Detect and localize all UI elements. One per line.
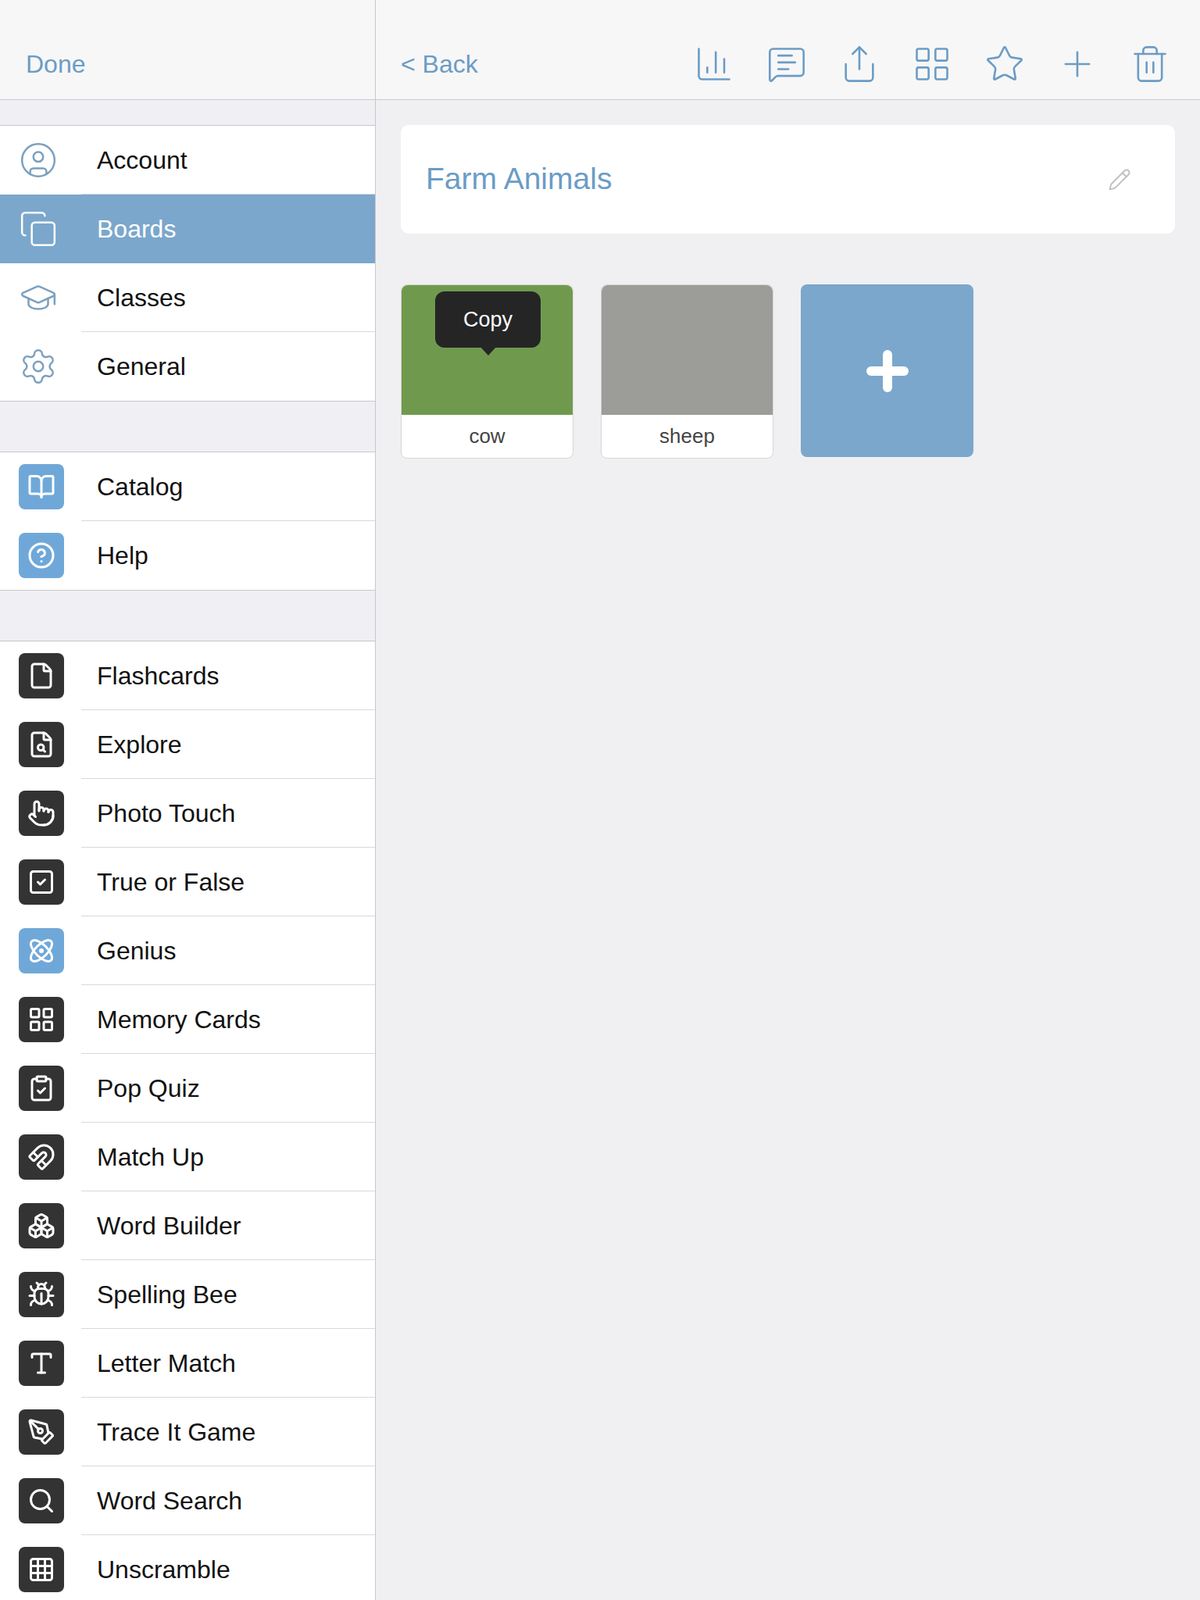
main: < Back Farm Animals cow Copy sheep: [375, 0, 1200, 1600]
sidebar-label: Explore: [81, 725, 183, 764]
layout-icon[interactable]: [911, 43, 953, 85]
star-icon[interactable]: [984, 43, 1025, 85]
sidebar-label: Genius: [81, 932, 176, 970]
sidebar-label: Help: [81, 536, 149, 575]
sidebar-item[interactable]: Explore: [0, 710, 375, 779]
app-icon: [18, 1134, 65, 1180]
trash-icon[interactable]: [1129, 43, 1171, 85]
app-icon: [18, 1546, 65, 1593]
sidebar-item[interactable]: Word Builder: [0, 1191, 375, 1261]
sidebar-item[interactable]: Help: [0, 521, 375, 590]
sidebar-item[interactable]: Catalog: [0, 452, 375, 522]
sidebar-label: Flashcards: [81, 657, 220, 695]
stats-icon[interactable]: [693, 43, 735, 85]
app-icon: [18, 1203, 65, 1249]
sidebar-item[interactable]: Classes: [0, 263, 375, 333]
app-icon: [18, 1065, 65, 1111]
sidebar-label: Trace It Game: [81, 1413, 256, 1451]
sidebar-item[interactable]: Word Search: [0, 1466, 375, 1536]
sidebar-label: Spelling Bee: [81, 1275, 238, 1314]
done-button[interactable]: Done: [25, 50, 86, 79]
plus-icon: [859, 342, 916, 400]
board-title[interactable]: Farm Animals: [425, 156, 1108, 203]
sidebar-item[interactable]: Account: [0, 125, 375, 195]
edit-icon[interactable]: [1107, 167, 1132, 192]
sidebar-label: General: [81, 347, 186, 386]
back-button[interactable]: < Back: [400, 48, 479, 80]
sidebar-group: Account Boards Classes General: [0, 125, 375, 402]
sidebar-label: Word Builder: [81, 1207, 241, 1245]
app-icon: [18, 1340, 65, 1386]
app-icon: [18, 653, 65, 699]
sidebar-item[interactable]: Flashcards: [0, 641, 375, 711]
app-icon: [18, 1271, 65, 1318]
sidebar-item[interactable]: Memory Cards: [0, 985, 375, 1054]
card-grid: cow Copy sheep: [400, 284, 1175, 459]
sidebar-group: Flashcards Explore Photo Touch True or Fals…: [0, 640, 375, 1600]
sidebar-label: Word Search: [81, 1482, 243, 1520]
card-label: sheep: [601, 414, 773, 458]
sidebar-item[interactable]: Letter Match: [0, 1328, 375, 1398]
app-icon: [18, 1478, 65, 1524]
sidebar-label: Boards: [81, 210, 176, 248]
sidebar-label: Memory Cards: [81, 1000, 261, 1039]
sidebar-item[interactable]: General: [0, 332, 375, 401]
sidebar-group: Catalog Help: [0, 451, 375, 591]
card-label: cow: [401, 414, 573, 458]
sidebar: Done Account Boards Classes General Catalog He…: [0, 0, 376, 1600]
copy-tooltip[interactable]: Copy: [435, 291, 541, 348]
sidebar-label: Pop Quiz: [81, 1069, 200, 1108]
quiz-icon[interactable]: [766, 43, 808, 85]
toolbar: < Back: [375, 0, 1200, 100]
sidebar-item[interactable]: Genius: [0, 916, 375, 986]
sidebar-label: Account: [81, 141, 188, 179]
sidebar-item[interactable]: Unscramble: [0, 1535, 375, 1600]
share-icon[interactable]: [839, 43, 880, 85]
board-content: Farm Animals cow Copy sheep: [375, 100, 1200, 459]
sidebar-item[interactable]: Match Up: [0, 1122, 375, 1192]
add-card-button[interactable]: [800, 284, 974, 458]
sidebar-label: True or False: [81, 863, 245, 901]
sidebar-item[interactable]: Trace It Game: [0, 1397, 375, 1467]
sidebar-item[interactable]: Pop Quiz: [0, 1053, 375, 1123]
sidebar-item[interactable]: Boards: [0, 194, 375, 264]
setting-icon: [18, 140, 58, 180]
setting-icon: [18, 278, 58, 318]
word-card[interactable]: sheep: [600, 284, 774, 459]
app: Done Account Boards Classes General Catalog He…: [0, 0, 1200, 1600]
app-icon: [18, 1409, 65, 1455]
app-icon: [18, 928, 65, 974]
sidebar-label: Match Up: [81, 1138, 204, 1176]
sidebar-label: Catalog: [81, 467, 183, 506]
app-icon: [18, 996, 65, 1043]
app-icon: [18, 464, 65, 510]
sidebar-item[interactable]: True or False: [0, 847, 375, 917]
sidebar-label: Classes: [81, 278, 186, 317]
sidebar-label: Letter Match: [81, 1344, 236, 1383]
app-icon: [18, 532, 65, 579]
setting-icon: [18, 209, 58, 249]
sidebar-item[interactable]: Photo Touch: [0, 778, 375, 848]
setting-icon: [18, 346, 58, 386]
sidebar-item[interactable]: Spelling Bee: [0, 1260, 375, 1329]
sidebar-label: Unscramble: [81, 1550, 231, 1589]
add-icon[interactable]: [1057, 43, 1098, 85]
word-card[interactable]: cow Copy: [400, 284, 574, 459]
card-photo: [601, 285, 773, 415]
app-icon: [18, 790, 65, 836]
sidebar-label: Photo Touch: [81, 794, 236, 833]
app-icon: [18, 859, 65, 905]
app-icon: [18, 721, 65, 768]
title-card: Farm Animals: [400, 125, 1175, 234]
sidebar-header: Done: [0, 0, 375, 100]
